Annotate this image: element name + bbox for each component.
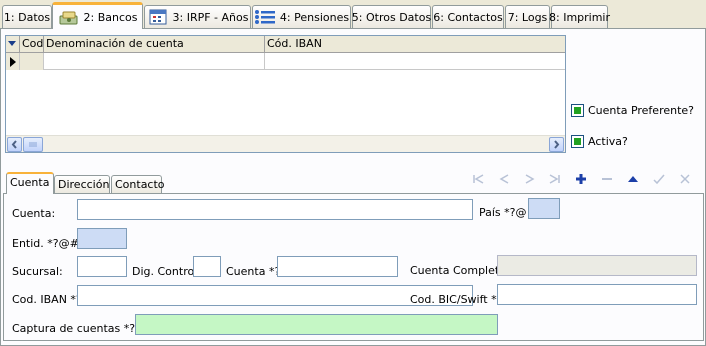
cell-cod[interactable] <box>20 53 44 70</box>
grid-header: Cod. Denominación de cuenta Cód. IBAN <box>6 36 565 53</box>
cell-iban[interactable] <box>265 53 565 70</box>
tab-label: Contacto <box>115 178 165 191</box>
tab-contactos[interactable]: 6: Contactos <box>432 5 504 28</box>
table-row[interactable] <box>6 53 565 70</box>
bic-label: Cod. BIC/Swift *? <box>410 293 503 306</box>
cuenta-label: Cuenta: <box>12 207 56 220</box>
activa-checkbox[interactable]: Activa? <box>571 133 628 149</box>
scroll-thumb[interactable] <box>23 137 43 152</box>
tab-imprimir[interactable]: 8: Imprimir <box>549 5 611 28</box>
sucursal-input[interactable] <box>77 256 127 277</box>
sucursal-label: Sucursal: <box>12 265 63 278</box>
tab-label: 2: Bancos <box>83 10 138 24</box>
row-indicator-icon <box>6 53 20 70</box>
pais-input[interactable] <box>528 198 560 219</box>
cuenta-numero-input[interactable] <box>277 256 398 277</box>
pais-label: País *?@ <box>479 206 527 219</box>
horizontal-scrollbar[interactable] <box>6 135 565 152</box>
checkbox-label: Cuenta Preferente? <box>588 103 695 117</box>
column-header-cod[interactable]: Cod. <box>20 36 44 52</box>
money-icon <box>58 9 80 25</box>
column-header-iban[interactable]: Cód. IBAN <box>265 36 565 52</box>
main-tab-strip: 1: Datos 2: Bancos 3: IRPF - Años 4: Pen… <box>0 0 706 29</box>
dig-control-input[interactable] <box>193 256 221 277</box>
list-icon <box>254 9 276 25</box>
captura-label: Captura de cuentas *?@ <box>12 322 147 335</box>
subtab-direccion[interactable]: Dirección <box>54 175 110 193</box>
cuenta-numero-label: Cuenta *? <box>226 265 281 278</box>
checkbox-label: Activa? <box>588 134 628 148</box>
scroll-left-icon[interactable] <box>7 137 22 152</box>
edit-icon[interactable] <box>623 170 643 188</box>
first-icon[interactable] <box>468 170 488 188</box>
column-header-denominacion[interactable]: Denominación de cuenta <box>44 36 265 52</box>
last-icon[interactable] <box>545 170 565 188</box>
accounts-grid[interactable]: Cod. Denominación de cuenta Cód. IBAN <box>5 35 566 153</box>
save-icon[interactable] <box>649 170 669 188</box>
entidad-input[interactable] <box>77 228 127 249</box>
add-icon[interactable] <box>571 170 591 188</box>
captura-input[interactable] <box>135 314 498 335</box>
bic-input[interactable] <box>497 284 697 305</box>
iban-label: Cod. IBAN *? <box>12 293 82 306</box>
tab-label: 7: Logs <box>507 10 548 24</box>
subtab-contacto[interactable]: Contacto <box>111 175 165 193</box>
tab-datos[interactable]: 1: Datos <box>2 5 52 28</box>
tab-logs[interactable]: 7: Logs <box>505 5 550 28</box>
tab-otros-datos[interactable]: 5: Otros Datos <box>352 5 431 28</box>
tab-label: 3: IRPF - Años <box>172 10 249 24</box>
cell-denominacion[interactable] <box>44 53 265 70</box>
tab-irpf-anos[interactable]: 3: IRPF - Años <box>144 5 251 28</box>
scroll-right-icon[interactable] <box>549 137 564 152</box>
cuenta-completa-label: Cuenta Completa: <box>410 264 510 277</box>
column-menu-icon[interactable] <box>6 36 20 52</box>
delete-icon[interactable] <box>597 170 617 188</box>
tab-bancos[interactable]: 2: Bancos <box>52 2 143 29</box>
next-icon[interactable] <box>520 170 540 188</box>
tab-label: 1: Datos <box>3 10 51 24</box>
tab-label: 8: Imprimir <box>549 10 611 24</box>
dig-control-label: Dig. Control: <box>132 265 201 278</box>
calendar-icon <box>147 9 169 25</box>
tab-label: Dirección <box>58 178 110 191</box>
entidad-label: Entid. *?@# <box>12 237 79 250</box>
subtab-cuenta[interactable]: Cuenta <box>6 172 54 194</box>
cancel-icon[interactable] <box>675 170 695 188</box>
cuenta-completa-field <box>497 255 697 276</box>
tab-label: Cuenta <box>10 176 50 189</box>
tab-label: 6: Contactos <box>433 10 503 24</box>
cuenta-input[interactable] <box>77 199 473 220</box>
cuenta-preferente-checkbox[interactable]: Cuenta Preferente? <box>571 102 694 118</box>
checkbox-box[interactable] <box>571 103 584 117</box>
prev-icon[interactable] <box>494 170 514 188</box>
tab-label: 5: Otros Datos <box>351 10 432 24</box>
tab-pensiones[interactable]: 4: Pensiones <box>252 5 351 28</box>
tab-label: 4: Pensiones <box>279 10 350 24</box>
checkbox-box[interactable] <box>571 134 584 148</box>
